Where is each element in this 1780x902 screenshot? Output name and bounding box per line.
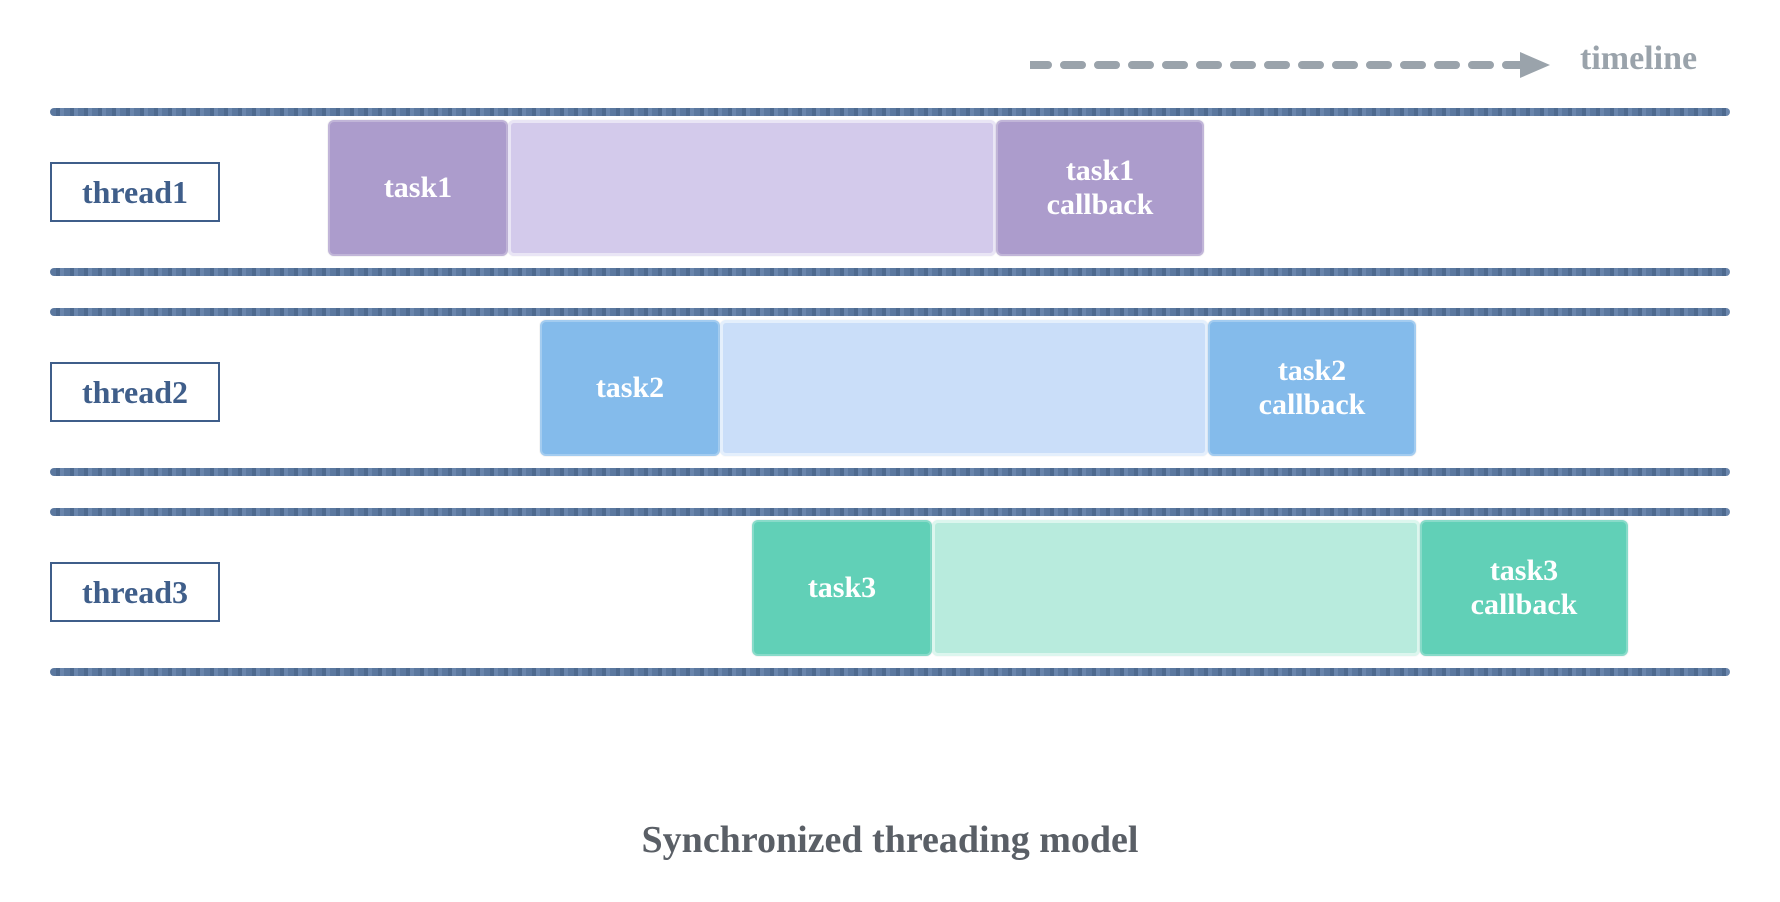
callback-block-1: task1 callback xyxy=(996,120,1204,256)
task-label: task3 xyxy=(808,571,876,606)
task-block-1: task1 xyxy=(328,120,508,256)
thread-label-2: thread2 xyxy=(50,362,220,422)
task-label: task1 xyxy=(384,171,452,206)
lane-rule xyxy=(50,508,1730,516)
lane-rule xyxy=(50,268,1730,276)
lane-rule xyxy=(50,308,1730,316)
task-block-2: task2 xyxy=(540,320,720,456)
wait-block-3 xyxy=(932,520,1420,656)
timeline-label: timeline xyxy=(1580,40,1697,78)
callback-label: task2 callback xyxy=(1259,354,1366,423)
lane-rule xyxy=(50,668,1730,676)
callback-label: task3 callback xyxy=(1471,554,1578,623)
callback-block-3: task3 callback xyxy=(1420,520,1628,656)
timeline-arrow-icon xyxy=(1030,50,1550,80)
task-label: task2 xyxy=(596,371,664,406)
callback-label: task1 callback xyxy=(1047,154,1154,223)
thread-label-text: thread1 xyxy=(82,174,188,211)
lane-rule xyxy=(50,468,1730,476)
thread-label-text: thread2 xyxy=(82,374,188,411)
thread-label-3: thread3 xyxy=(50,562,220,622)
callback-block-2: task2 callback xyxy=(1208,320,1416,456)
diagram-caption: Synchronized threading model xyxy=(0,818,1780,862)
thread-label-text: thread3 xyxy=(82,574,188,611)
wait-block-2 xyxy=(720,320,1208,456)
task-block-3: task3 xyxy=(752,520,932,656)
lane-rule xyxy=(50,108,1730,116)
wait-block-1 xyxy=(508,120,996,256)
thread-label-1: thread1 xyxy=(50,162,220,222)
diagram-canvas: timeline thread1 task1 task1 callback th… xyxy=(0,0,1780,902)
